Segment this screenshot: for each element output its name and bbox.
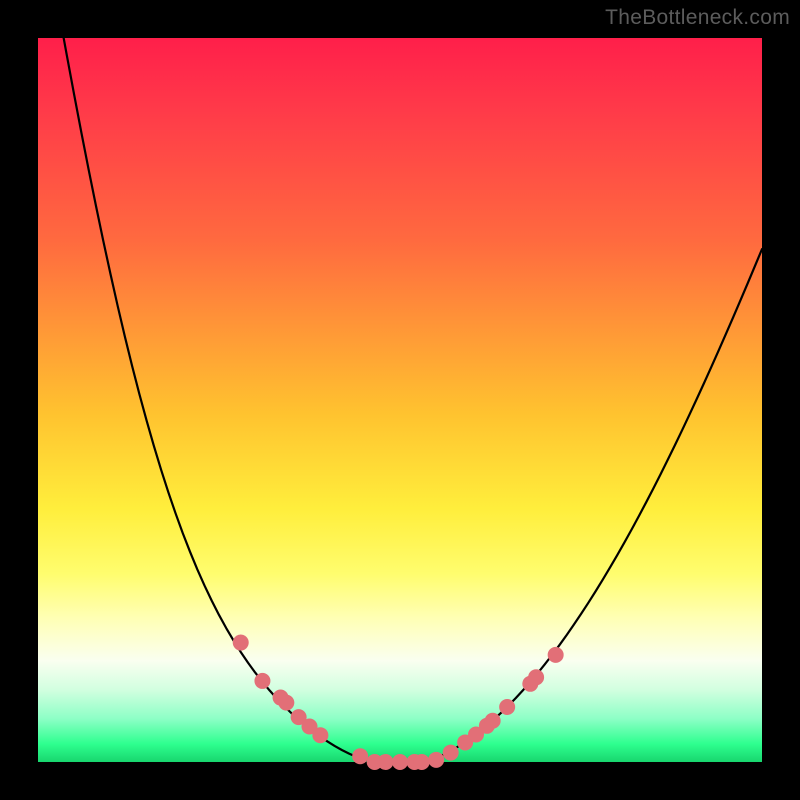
bottleneck-curve — [60, 16, 762, 762]
data-dot — [392, 754, 408, 770]
data-dot — [528, 669, 544, 685]
data-dots — [233, 635, 564, 770]
curve-svg — [38, 38, 762, 762]
watermark-label: TheBottleneck.com — [605, 6, 790, 30]
data-dot — [233, 635, 249, 651]
data-dot — [548, 647, 564, 663]
data-dot — [312, 727, 328, 743]
data-dot — [352, 748, 368, 764]
data-dot — [414, 754, 430, 770]
data-dot — [278, 695, 294, 711]
plot-area — [38, 38, 762, 762]
data-dot — [428, 752, 444, 768]
data-dot — [499, 699, 515, 715]
data-dot — [485, 713, 501, 729]
data-dot — [378, 754, 394, 770]
data-dot — [443, 745, 459, 761]
data-dot — [254, 673, 270, 689]
chart-frame: TheBottleneck.com — [0, 0, 800, 800]
